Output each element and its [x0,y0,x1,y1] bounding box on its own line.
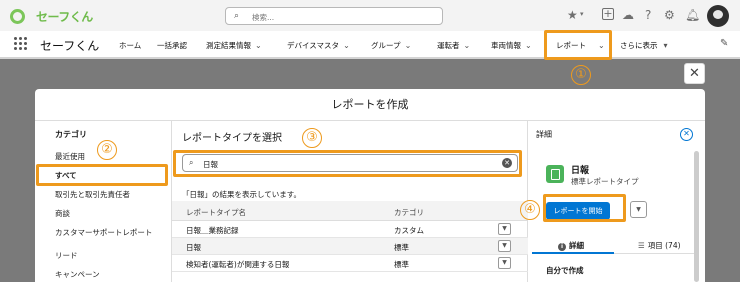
nav-label: デバイスマスタ [287,41,340,50]
app-logo[interactable]: セーフくん [8,6,108,26]
logo-mark-icon [10,9,25,24]
global-search-input[interactable]: ⌕ 検索... [225,7,443,25]
pencil-icon[interactable]: ✎ [720,38,728,49]
category-recent[interactable]: 最近使用 [55,151,85,162]
table-row[interactable]: 日報＿業務記録 カスタム ▼ [172,221,528,238]
nav-label: 測定結果情報 [206,41,251,50]
logo-text: セーフくん [36,10,93,24]
chevron-down-icon[interactable]: ⌄ [525,41,532,50]
row-category: 標準 [394,243,409,252]
list-icon: ☰ [638,241,645,250]
avatar[interactable] [707,5,729,27]
details-tabs: i 詳細 ☰ 項目 (74) [532,236,694,254]
nav-item-group[interactable]: グループ ⌄ [371,40,411,51]
details-scrollbar[interactable] [694,151,699,282]
tab-fields[interactable]: ☰ 項目 (74) [638,240,681,251]
highlight-reports-nav [544,30,612,60]
global-header: セーフくん ⌕ 検索... ★ ▾ + ☁ ? ⚙ 🔔︎ [0,0,740,31]
nav-item-device-master[interactable]: デバイスマスタ ⌄ [287,40,350,51]
row-name: 日報 [186,243,201,252]
callout-4: ④ [520,200,540,220]
nav-item-vehicle[interactable]: 車両情報 ⌄ [491,40,532,51]
category-opportunities[interactable]: 商談 [55,208,70,219]
column-header-category[interactable]: カテゴリ [394,207,424,218]
nav-label: ホーム [119,41,142,50]
details-title: 詳細 [536,130,552,139]
modal-close-button[interactable]: ✕ [684,63,705,84]
nav-label: グループ [371,41,401,50]
nav-item-more[interactable]: さらに表示 ▾ [620,40,668,51]
table-row[interactable]: 検知者(運転者)が関連する日報 標準 ▼ [172,255,528,272]
app-launcher-icon[interactable] [14,37,28,51]
row-menu-button[interactable]: ▼ [498,240,511,252]
start-report-dropdown[interactable]: ▼ [630,201,647,218]
report-type: 標準レポートタイプ [571,177,639,186]
app-navigation-bar: セーフくん ホーム 一括承認 測定結果情報 ⌄ デバイスマスタ ⌄ グループ ⌄ 運転… [0,31,740,59]
table-row[interactable]: 日報 標準 ▼ [172,238,528,255]
category-customer-support[interactable]: カスタマーサポートレポート [55,227,152,238]
callout-3: ③ [302,128,322,148]
info-icon: i [558,243,566,251]
column-header-name[interactable]: レポートタイプ名 [186,207,246,218]
highlight-category-all [36,164,168,186]
app-name: セーフくん [40,39,100,53]
row-menu-button[interactable]: ▼ [498,223,511,235]
chevron-down-icon[interactable]: ⌄ [343,41,350,50]
chevron-down-icon[interactable]: ⌄ [464,41,471,50]
report-name: 日報 [571,166,590,176]
callout-1: ① [571,65,591,85]
table-header: レポートタイプ名 カテゴリ [172,201,528,221]
row-category: カスタム [394,226,424,235]
modal-title: レポートを作成 [35,89,705,121]
row-menu-button[interactable]: ▼ [498,257,511,269]
chevron-down-icon[interactable]: ⌄ [255,41,262,50]
report-type-title: レポートタイプを選択 [182,133,282,144]
cloud-icon[interactable]: ☁ [622,8,634,22]
nav-item-driver[interactable]: 運転者 ⌄ [437,40,470,51]
report-icon [546,165,564,183]
search-icon: ⌕ [234,11,240,21]
report-type-pane: レポートタイプを選択 ⌕ 日報 ✕ 「日報」の結果を表示しています。 レポートタ… [172,121,528,282]
row-name: 検知者(運転者)が関連する日報 [186,260,290,269]
chevron-down-icon[interactable]: ⌄ [405,41,412,50]
highlight-start-report [543,194,626,222]
category-campaigns[interactable]: キャンペーン [55,269,100,280]
help-icon[interactable]: ? [645,8,651,22]
plus-icon[interactable]: + [602,8,614,20]
category-title: カテゴリ [55,130,87,139]
nav-label: 一括承認 [157,41,187,50]
row-name: 日報＿業務記録 [186,226,239,235]
active-tab-indicator [532,252,614,254]
star-icon[interactable]: ★ [567,8,578,22]
nav-item-home[interactable]: ホーム [119,40,141,51]
bell-icon[interactable]: 🔔︎ [685,8,700,22]
search-placeholder: 検索... [252,13,275,22]
created-by-label: 自分で作成 [546,266,584,275]
chevron-down-icon[interactable]: ▾ [580,10,584,18]
details-close-icon[interactable]: ✕ [680,128,693,141]
row-category: 標準 [394,260,409,269]
result-message: 「日報」の結果を表示しています。 [182,190,302,199]
tab-label: 項目 (74) [647,241,681,250]
caret-down-icon[interactable]: ▾ [664,41,668,50]
callout-2: ② [97,140,117,160]
tab-label: 詳細 [569,241,584,250]
nav-item-measurements[interactable]: 測定結果情報 ⌄ [206,40,262,51]
gear-icon[interactable]: ⚙ [664,8,675,22]
nav-label: 運転者 [437,41,460,50]
category-accounts-contacts[interactable]: 取引先と取引先責任者 [55,189,130,200]
nav-label: 車両情報 [491,41,521,50]
nav-item-bulk-approval[interactable]: 一括承認 [157,40,187,51]
tab-details[interactable]: i 詳細 [558,240,584,251]
highlight-search [173,150,522,177]
category-leads[interactable]: リード [55,250,78,261]
nav-label: さらに表示 [620,41,658,50]
